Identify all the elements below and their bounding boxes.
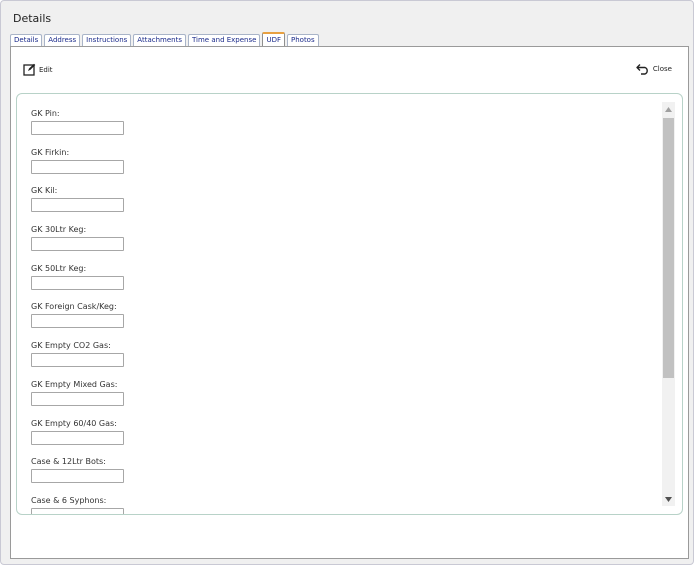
gk-30ltr-keg-input[interactable] — [31, 237, 124, 252]
field-gk-foreign-cask-keg: GK Foreign Cask/Keg: — [31, 301, 631, 340]
close-label: Close — [652, 65, 672, 73]
tab-time-and-expense[interactable]: Time and Expense — [187, 34, 261, 46]
field-gk-kil: GK Kil: — [31, 185, 631, 224]
field-label: GK Empty 60/40 Gas: — [31, 418, 117, 428]
gk-foreign-cask-keg-input[interactable] — [31, 314, 124, 329]
field-label: GK Foreign Cask/Keg: — [31, 302, 117, 312]
tab-bar: Details Address Instructions Attachments… — [10, 32, 321, 46]
triangle-up-icon — [665, 106, 672, 112]
field-gk-empty-mixed-gas: GK Empty Mixed Gas: — [31, 379, 631, 418]
gk-firkin-input[interactable] — [31, 159, 124, 174]
tab-udf[interactable]: UDF — [262, 32, 285, 46]
close-button[interactable]: Close — [636, 63, 672, 75]
tab-attachments[interactable]: Attachments — [133, 34, 186, 46]
edit-label: Edit — [39, 65, 53, 74]
field-label: GK 50Ltr Keg: — [31, 263, 87, 273]
scroll-down-button[interactable] — [662, 492, 675, 506]
case-12ltr-bots-input[interactable] — [31, 469, 124, 484]
tab-instructions[interactable]: Instructions — [82, 34, 132, 46]
field-gk-empty-60-40-gas: GK Empty 60/40 Gas: — [31, 418, 631, 457]
field-case-6-syphons: Case & 6 Syphons: — [31, 495, 631, 514]
edit-icon — [23, 63, 36, 76]
edit-button[interactable]: Edit — [23, 63, 53, 76]
field-label: Case & 6 Syphons: — [31, 495, 107, 505]
gk-empty-60-40-gas-input[interactable] — [31, 430, 124, 445]
case-6-syphons-input[interactable] — [31, 507, 124, 514]
gk-empty-co2-gas-input[interactable] — [31, 353, 124, 368]
udf-panel: Edit Close GK Pin: GK Firkin: GK Kil: GK… — [10, 46, 689, 559]
gk-pin-input[interactable] — [31, 121, 124, 135]
dialog-title: Details — [13, 12, 52, 25]
scroll-up-button[interactable] — [662, 102, 675, 116]
field-label: GK Empty CO2 Gas: — [31, 341, 111, 351]
gk-empty-mixed-gas-input[interactable] — [31, 391, 124, 406]
field-label: GK 30Ltr Keg: — [31, 225, 87, 235]
tab-photos[interactable]: Photos — [287, 34, 319, 46]
field-gk-empty-co2-gas: GK Empty CO2 Gas: — [31, 340, 631, 379]
undo-arrow-icon — [636, 63, 650, 75]
field-gk-50ltr-keg: GK 50Ltr Keg: — [31, 263, 631, 302]
field-gk-pin: GK Pin: — [31, 108, 631, 147]
triangle-down-icon — [665, 496, 672, 502]
field-label: Case & 12Ltr Bots: — [31, 457, 106, 467]
tab-address[interactable]: Address — [44, 34, 81, 46]
udf-form: GK Pin: GK Firkin: GK Kil: GK 30Ltr Keg:… — [16, 93, 683, 515]
details-dialog: Details Details Address Instructions Att… — [0, 0, 694, 565]
field-label: GK Pin: — [31, 109, 60, 118]
field-gk-30ltr-keg: GK 30Ltr Keg: — [31, 224, 631, 263]
field-gk-firkin: GK Firkin: — [31, 147, 631, 186]
field-list: GK Pin: GK Firkin: GK Kil: GK 30Ltr Keg:… — [31, 108, 631, 514]
gk-kil-input[interactable] — [31, 198, 124, 213]
field-label: GK Kil: — [31, 186, 58, 196]
tab-details[interactable]: Details — [10, 34, 43, 46]
field-label: GK Firkin: — [31, 147, 70, 157]
field-label: GK Empty Mixed Gas: — [31, 379, 118, 389]
field-case-12ltr-bots: Case & 12Ltr Bots: — [31, 456, 631, 495]
vertical-scrollbar[interactable] — [662, 102, 675, 506]
scroll-thumb[interactable] — [663, 118, 674, 378]
gk-50ltr-keg-input[interactable] — [31, 275, 124, 290]
